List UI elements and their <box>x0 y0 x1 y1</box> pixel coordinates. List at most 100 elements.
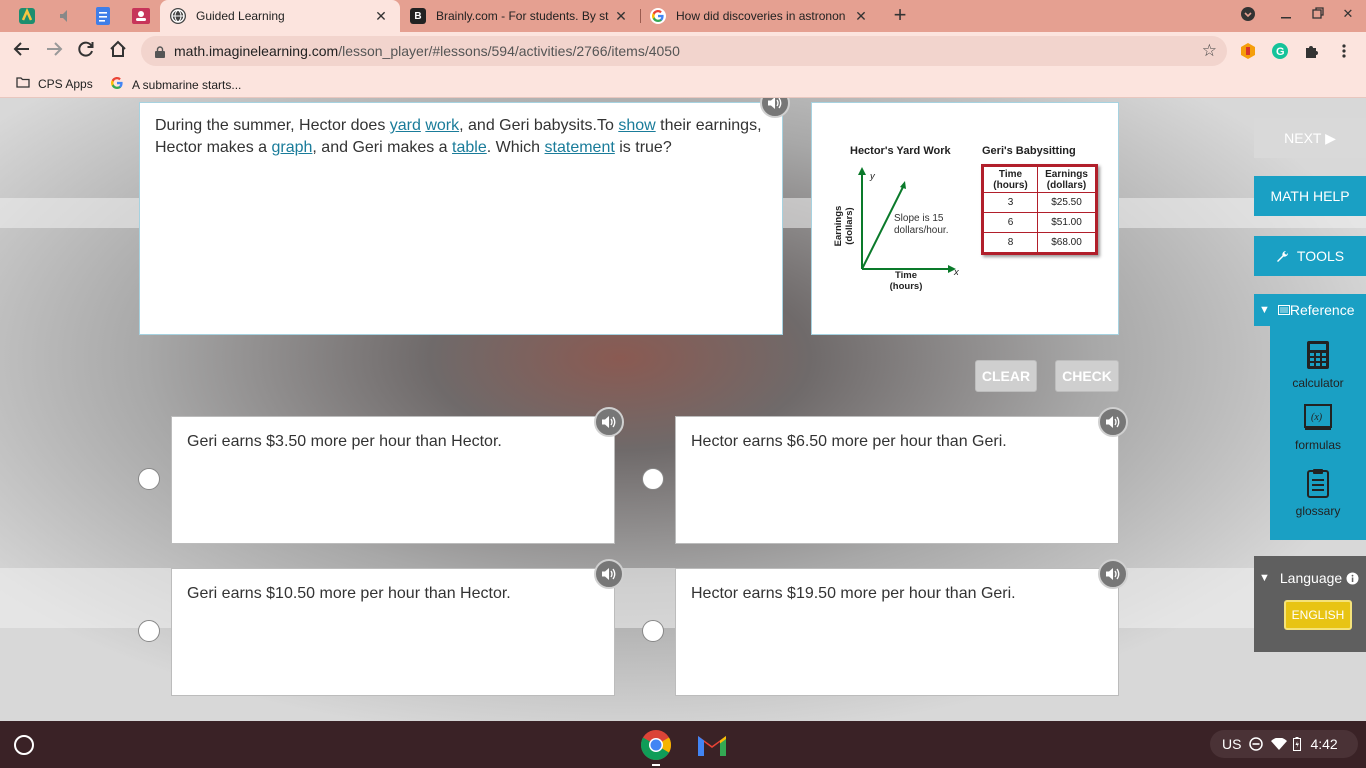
brainly-icon: B <box>410 8 426 24</box>
tab-astronomy[interactable]: How did discoveries in astronon ✕ <box>640 0 880 32</box>
question-text-segment: is true? <box>614 139 672 156</box>
reload-icon[interactable] <box>75 40 97 62</box>
graph-y-axis-label: Earnings (dollars) <box>833 186 855 266</box>
status-tray[interactable]: US 4:42 <box>1210 730 1358 758</box>
graph-x-letter: x <box>954 267 959 278</box>
pinned-tab-profile-icon[interactable] <box>130 5 152 27</box>
url-host: math.imaginelearning.com <box>174 43 339 59</box>
bookmark-cps-apps[interactable]: CPS Apps <box>16 76 93 91</box>
graph-y-letter: y <box>870 171 875 182</box>
reference-calculator[interactable]: calculator <box>1270 340 1366 390</box>
answer-choice-c[interactable]: Geri earns $10.50 more per hour than Hec… <box>171 568 615 696</box>
tab-guided-learning[interactable]: Guided Learning ✕ <box>160 0 400 32</box>
tab-search-icon[interactable] <box>1238 6 1258 26</box>
choice-radio-b[interactable] <box>642 468 664 490</box>
vocabulary-link[interactable]: statement <box>545 139 615 156</box>
table-row: 8 $68.00 <box>983 232 1096 253</box>
wrench-icon <box>1276 250 1289 263</box>
chrome-icon[interactable] <box>640 729 672 761</box>
choice-radio-a[interactable] <box>138 468 160 490</box>
minimize-icon[interactable] <box>1276 6 1296 26</box>
running-indicator <box>652 764 660 766</box>
bookmarks-bar: CPS Apps A submarine starts... <box>0 70 1366 98</box>
tab-brainly[interactable]: B Brainly.com - For students. By st ✕ <box>400 0 640 32</box>
slope-note-line: Slope is 15 <box>894 213 944 224</box>
reference-glossary[interactable]: glossary <box>1270 468 1366 518</box>
tab-title: How did discoveries in astronon <box>676 9 846 23</box>
new-tab-button[interactable]: + <box>889 4 911 26</box>
gmail-icon[interactable] <box>696 732 728 758</box>
choice-text: Hector earns $19.50 more per hour than G… <box>691 585 1016 602</box>
question-text-segment: , and Geri babysits.To <box>459 117 619 134</box>
choice-a-speaker-icon[interactable] <box>594 407 624 437</box>
vocabulary-link[interactable]: graph <box>271 139 312 156</box>
vocabulary-link[interactable]: show <box>618 117 655 134</box>
language-toggle[interactable]: ▼ Language <box>1254 560 1366 596</box>
extension-grammarly-icon[interactable]: G <box>1270 41 1290 61</box>
back-icon[interactable] <box>11 40 33 62</box>
x-label-line: (hours) <box>889 281 923 292</box>
table-cell: $51.00 <box>1037 212 1096 233</box>
check-button[interactable]: CHECK <box>1055 360 1119 392</box>
browser-menu-icon[interactable] <box>1334 41 1354 61</box>
url-text: math.imaginelearning.com/lesson_player/#… <box>174 43 680 59</box>
restore-icon[interactable] <box>1308 6 1328 26</box>
table-header-time: Time (hours) <box>983 166 1038 193</box>
vocabulary-link[interactable]: yard <box>390 117 421 134</box>
vocabulary-link[interactable]: work <box>425 117 459 134</box>
question-text-segment: , and Geri makes a <box>312 139 453 156</box>
pinned-tab-app-icon[interactable] <box>16 5 38 27</box>
home-icon[interactable] <box>107 40 129 62</box>
choice-c-speaker-icon[interactable] <box>594 559 624 589</box>
english-button[interactable]: ENGLISH <box>1284 600 1352 630</box>
math-help-button[interactable]: MATH HELP <box>1254 176 1366 216</box>
bookmark-star-icon[interactable]: ☆ <box>1202 41 1217 61</box>
bookmark-submarine[interactable]: A submarine starts... <box>110 76 241 93</box>
reference-formulas[interactable]: (x) formulas <box>1270 404 1366 452</box>
close-window-icon[interactable]: ✕ <box>1338 6 1358 26</box>
address-bar[interactable]: math.imaginelearning.com/lesson_player/#… <box>141 36 1227 66</box>
vocabulary-link[interactable]: table <box>452 139 487 156</box>
svg-text:G: G <box>1276 46 1285 58</box>
tab-strip: Guided Learning ✕ B Brainly.com - For st… <box>0 0 1366 32</box>
folder-icon <box>16 76 30 91</box>
clear-button[interactable]: CLEAR <box>975 360 1037 392</box>
geri-table: Time (hours) Earnings (dollars) 3 $25.50 6 $… <box>981 164 1098 255</box>
google-icon <box>650 8 666 24</box>
table-cell: $68.00 <box>1037 232 1096 253</box>
choice-d-speaker-icon[interactable] <box>1098 559 1128 589</box>
reference-item-label: formulas <box>1294 438 1341 452</box>
answer-choice-b[interactable]: Hector earns $6.50 more per hour than Ge… <box>675 416 1119 544</box>
question-text-segment: During the summer, Hector does <box>155 117 390 134</box>
close-tab-icon[interactable]: ✕ <box>372 8 390 25</box>
choice-text: Hector earns $6.50 more per hour than Ge… <box>691 433 1007 450</box>
do-not-disturb-icon <box>1249 737 1264 751</box>
question-text-segment: . Which <box>486 139 545 156</box>
question-panel: During the summer, Hector does yard work… <box>139 102 783 335</box>
next-button[interactable]: NEXT ▶ <box>1254 118 1366 158</box>
locale-indicator: US <box>1222 736 1242 752</box>
choice-radio-c[interactable] <box>138 620 160 642</box>
close-tab-icon[interactable]: ✕ <box>612 8 630 25</box>
tools-button[interactable]: TOOLS <box>1254 236 1366 276</box>
choice-radio-d[interactable] <box>642 620 664 642</box>
reference-item-label: calculator <box>1292 376 1344 390</box>
table-row: 6 $51.00 <box>983 212 1096 233</box>
answer-choice-a[interactable]: Geri earns $3.50 more per hour than Hect… <box>171 416 615 544</box>
forward-icon[interactable] <box>43 40 65 62</box>
lock-icon[interactable] <box>155 45 165 58</box>
extension-honey-icon[interactable] <box>1238 41 1258 61</box>
reference-toggle[interactable]: ▼ Reference <box>1254 294 1366 326</box>
choice-b-speaker-icon[interactable] <box>1098 407 1128 437</box>
url-path: /lesson_player/#lessons/594/activities/2… <box>338 43 680 59</box>
extensions-puzzle-icon[interactable] <box>1302 41 1322 61</box>
launcher-icon[interactable] <box>14 735 34 755</box>
close-tab-icon[interactable]: ✕ <box>852 8 870 25</box>
pinned-tab-muted-icon[interactable] <box>54 5 76 27</box>
info-icon[interactable] <box>1346 572 1359 585</box>
answer-choice-d[interactable]: Hector earns $19.50 more per hour than G… <box>675 568 1119 696</box>
pinned-tab-docs-icon[interactable] <box>92 5 114 27</box>
header-line: (hours) <box>993 179 1028 191</box>
slope-note: Slope is 15 dollars/hour. <box>894 213 948 237</box>
os-shelf: US 4:42 <box>0 721 1366 768</box>
